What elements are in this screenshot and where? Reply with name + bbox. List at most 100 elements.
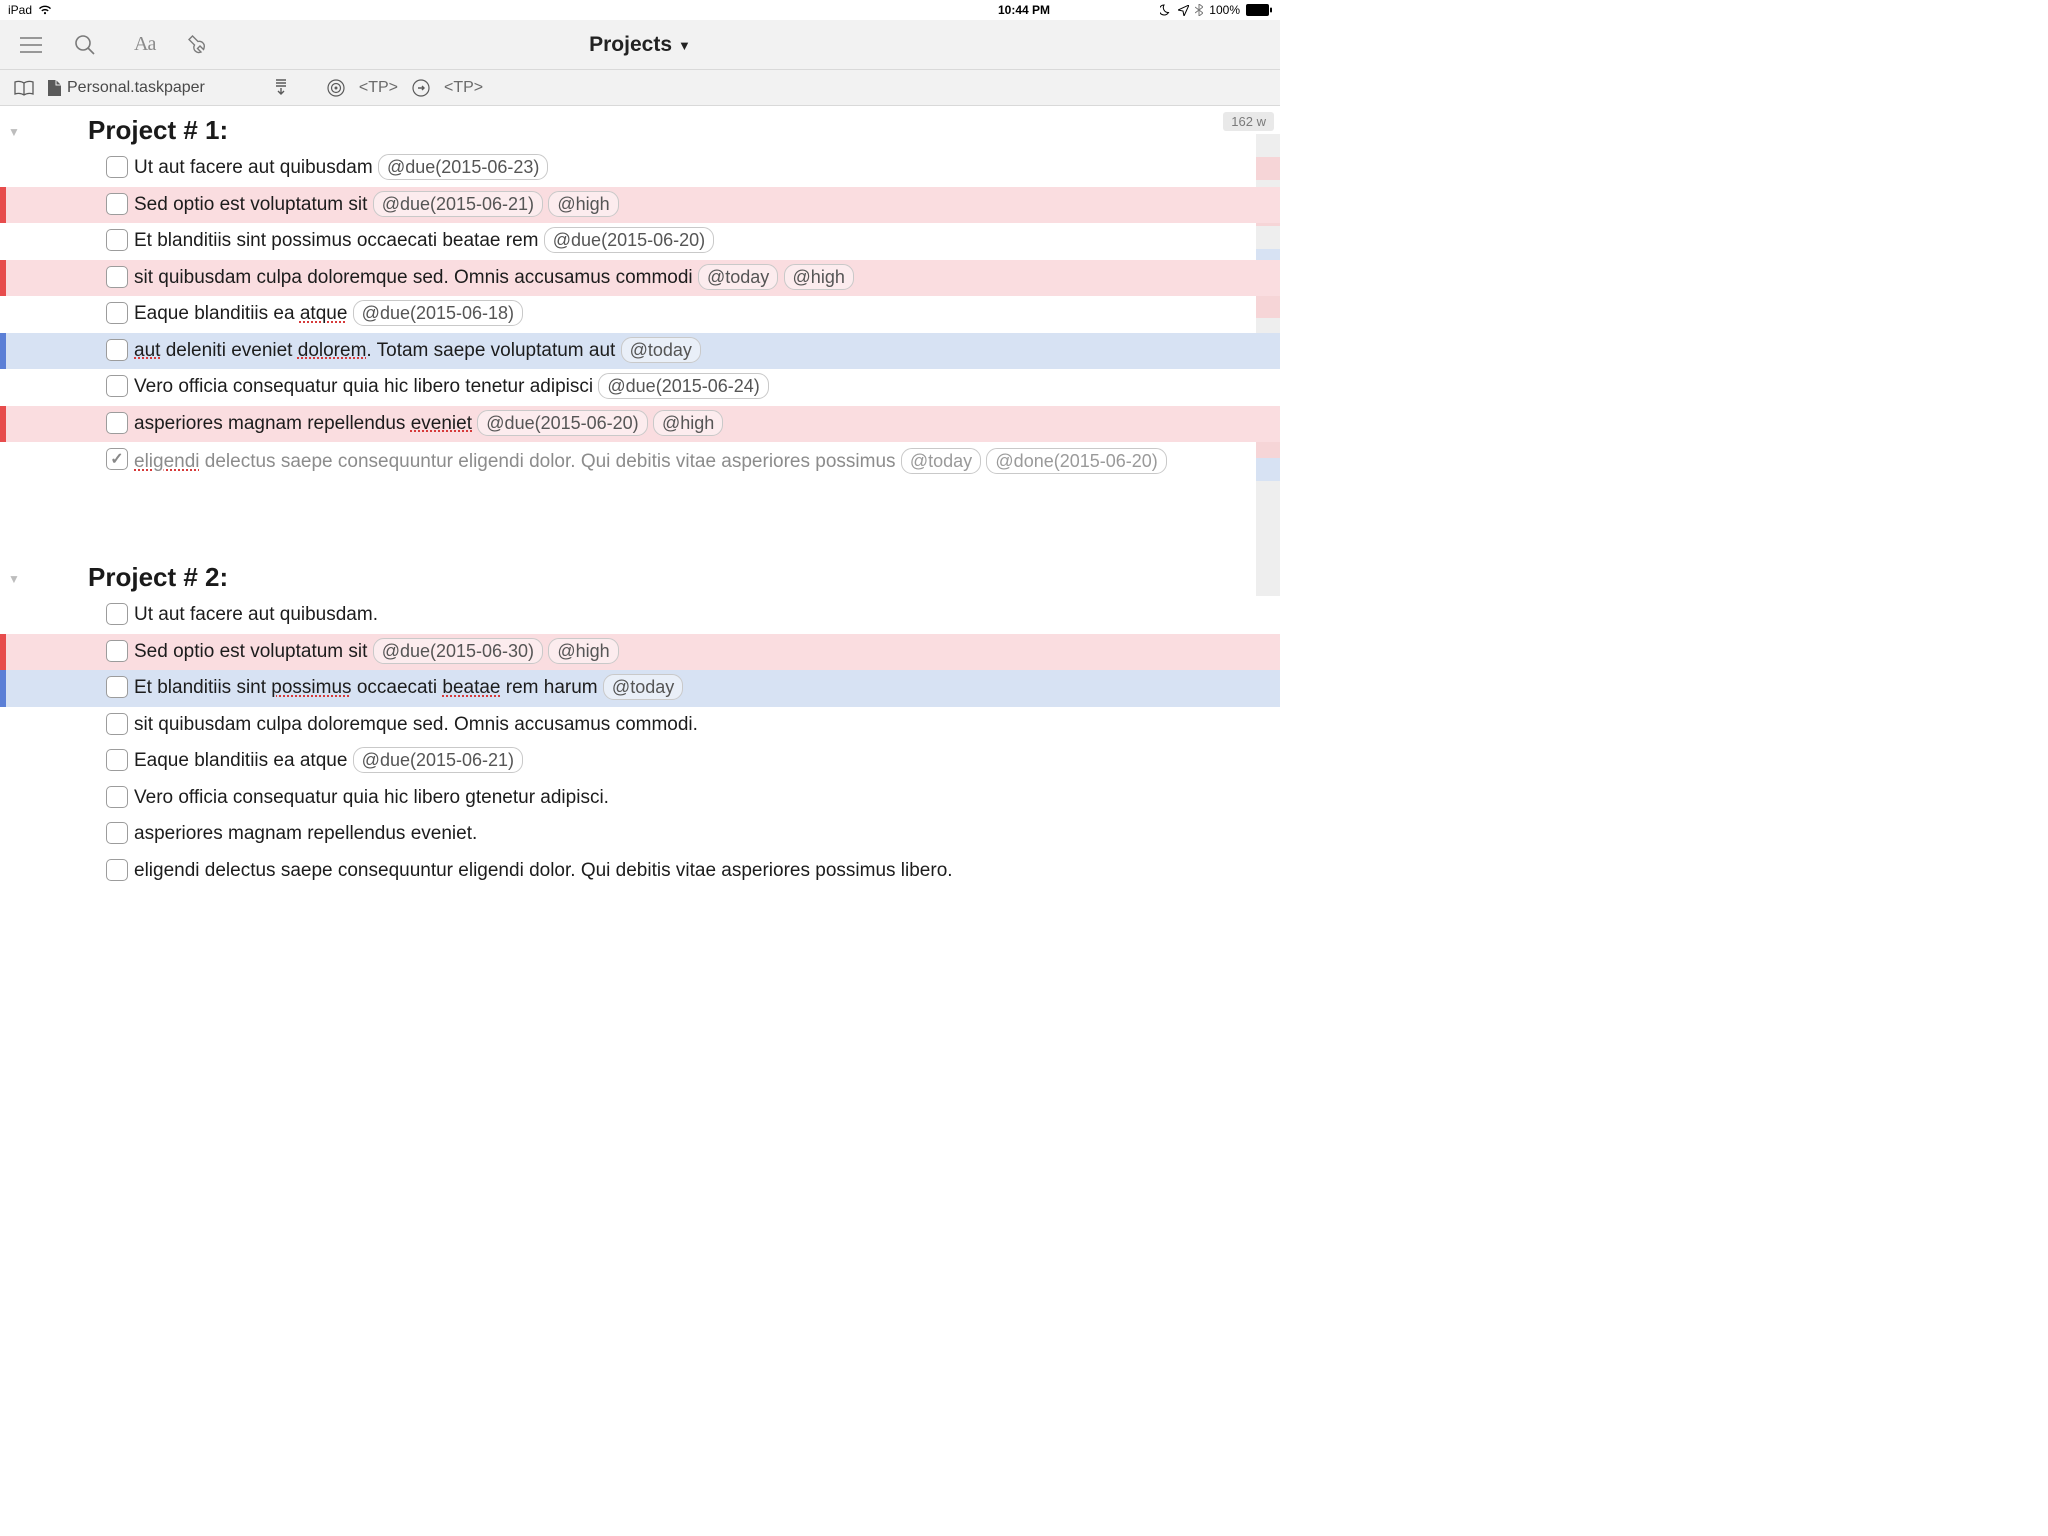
fold-toggle[interactable]: ▼ — [0, 121, 28, 139]
download-stack-icon[interactable] — [273, 75, 289, 101]
tag-chip[interactable]: @due(2015-06-21) — [373, 191, 543, 217]
tag-chip[interactable]: @due(2015-06-23) — [378, 154, 548, 180]
tag-chip[interactable]: @today — [603, 674, 683, 700]
priority-flag — [0, 260, 6, 297]
task-checkbox[interactable] — [106, 859, 128, 881]
target-icon[interactable] — [327, 75, 345, 101]
task-row[interactable]: Ut aut facere aut quibusdam. — [0, 597, 1280, 634]
tag-chip[interactable]: @due(2015-06-30) — [373, 638, 543, 664]
task-row[interactable]: asperiores magnam repellendus eveniet @d… — [0, 406, 1280, 443]
task-row[interactable]: Ut aut facere aut quibusdam @due(2015-06… — [0, 150, 1280, 187]
file-icon — [48, 80, 61, 96]
fold-toggle[interactable]: ▼ — [0, 568, 28, 586]
minimap-row[interactable] — [1256, 550, 1280, 573]
tag-chip[interactable]: @done(2015-06-20) — [986, 448, 1166, 474]
tag-chip[interactable]: @today — [698, 264, 778, 290]
task-row[interactable]: Eaque blanditiis ea atque @due(2015-06-2… — [0, 743, 1280, 780]
task-row[interactable]: Et blanditiis sint possimus occaecati be… — [0, 670, 1280, 707]
document-area[interactable]: 162 w ▼ Project # 1: Ut aut facere aut qui… — [0, 106, 1280, 960]
task-text[interactable]: asperiores magnam repellendus eveniet. — [134, 819, 477, 849]
priority-flag — [0, 406, 6, 443]
device-label: iPad — [8, 3, 32, 17]
task-checkbox[interactable] — [106, 193, 128, 215]
project-title[interactable]: Project # 1: — [88, 115, 228, 146]
task-text[interactable]: eligendi delectus saepe consequuntur eli… — [134, 447, 1167, 477]
task-checkbox[interactable] — [106, 713, 128, 735]
minimap-row[interactable] — [1256, 527, 1280, 550]
task-text[interactable]: sit quibusdam culpa doloremque sed. Omni… — [134, 263, 854, 293]
page-title-dropdown[interactable]: Projects ▼ — [589, 33, 691, 57]
task-row[interactable]: Et blanditiis sint possimus occaecati be… — [0, 223, 1280, 260]
task-row[interactable]: sit quibusdam culpa doloremque sed. Omni… — [0, 260, 1280, 297]
task-text[interactable]: sit quibusdam culpa doloremque sed. Omni… — [134, 710, 698, 740]
task-checkbox[interactable] — [106, 603, 128, 625]
task-text[interactable]: aut deleniti eveniet dolorem. Totam saep… — [134, 336, 701, 366]
menu-icon[interactable] — [18, 32, 44, 58]
tag-chip[interactable]: @due(2015-06-20) — [544, 227, 714, 253]
task-row[interactable]: Sed optio est voluptatum sit @due(2015-0… — [0, 187, 1280, 224]
task-row[interactable]: asperiores magnam repellendus eveniet. — [0, 816, 1280, 853]
tp-chip-1[interactable]: <TP> — [359, 79, 398, 97]
task-checkbox[interactable] — [106, 749, 128, 771]
minimap-row[interactable] — [1256, 573, 1280, 596]
tag-chip[interactable]: @high — [548, 638, 618, 664]
task-checkbox[interactable] — [106, 822, 128, 844]
task-text[interactable]: Ut aut facere aut quibusdam @due(2015-06… — [134, 153, 548, 183]
tag-chip[interactable]: @high — [548, 191, 618, 217]
task-checkbox[interactable] — [106, 156, 128, 178]
tag-chip[interactable]: @due(2015-06-18) — [353, 300, 523, 326]
tag-chip[interactable]: @due(2015-06-20) — [477, 410, 647, 436]
task-row[interactable]: Eaque blanditiis ea atque @due(2015-06-1… — [0, 296, 1280, 333]
task-checkbox[interactable] — [106, 412, 128, 434]
task-text[interactable]: eligendi delectus saepe consequuntur eli… — [134, 856, 953, 886]
file-breadcrumb[interactable]: Personal.taskpaper — [48, 79, 205, 97]
task-row[interactable]: Vero officia consequatur quia hic libero… — [0, 369, 1280, 406]
task-checkbox[interactable] — [106, 339, 128, 361]
filename: Personal.taskpaper — [67, 79, 205, 97]
task-checkbox[interactable] — [106, 640, 128, 662]
task-checkbox[interactable] — [106, 266, 128, 288]
task-row[interactable]: Sed optio est voluptatum sit @due(2015-0… — [0, 634, 1280, 671]
task-text[interactable]: Vero officia consequatur quia hic libero… — [134, 372, 769, 402]
task-text[interactable]: Eaque blanditiis ea atque @due(2015-06-1… — [134, 299, 523, 329]
task-text[interactable]: Et blanditiis sint possimus occaecati be… — [134, 673, 683, 703]
tag-chip[interactable]: @today — [621, 337, 701, 363]
location-icon — [1178, 5, 1189, 16]
task-text[interactable]: Vero officia consequatur quia hic libero… — [134, 783, 609, 813]
word-count-badge: 162 w — [1223, 112, 1274, 131]
task-row[interactable]: eligendi delectus saepe consequuntur eli… — [0, 442, 1280, 515]
tag-chip[interactable]: @today — [901, 448, 981, 474]
tp-chip-2[interactable]: <TP> — [444, 79, 483, 97]
task-checkbox[interactable] — [106, 786, 128, 808]
task-text[interactable]: Sed optio est voluptatum sit @due(2015-0… — [134, 190, 619, 220]
battery-percent: 100% — [1209, 3, 1240, 17]
search-icon[interactable] — [72, 32, 98, 58]
task-checkbox[interactable] — [106, 375, 128, 397]
task-row[interactable]: Vero officia consequatur quia hic libero… — [0, 780, 1280, 817]
task-row[interactable]: sit quibusdam culpa doloremque sed. Omni… — [0, 707, 1280, 744]
task-checkbox[interactable] — [106, 676, 128, 698]
task-text[interactable]: Et blanditiis sint possimus occaecati be… — [134, 226, 714, 256]
project-title[interactable]: Project # 2: — [88, 562, 228, 593]
task-row[interactable]: aut deleniti eveniet dolorem. Totam saep… — [0, 333, 1280, 370]
priority-flag — [0, 333, 6, 370]
task-checkbox[interactable] — [106, 229, 128, 251]
task-text[interactable]: asperiores magnam repellendus eveniet @d… — [134, 409, 723, 439]
tag-chip[interactable]: @high — [653, 410, 723, 436]
priority-flag — [0, 634, 6, 671]
tag-chip[interactable]: @due(2015-06-21) — [353, 747, 523, 773]
status-bar: iPad 10:44 PM 100% — [0, 0, 1280, 20]
task-checkbox[interactable] — [106, 302, 128, 324]
sub-toolbar: Personal.taskpaper <TP> <TP> — [0, 70, 1280, 106]
tag-chip[interactable]: @due(2015-06-24) — [598, 373, 768, 399]
book-icon[interactable] — [14, 75, 34, 101]
tag-chip[interactable]: @high — [784, 264, 854, 290]
task-checkbox[interactable] — [106, 448, 128, 470]
wrench-icon[interactable] — [183, 32, 209, 58]
font-settings-button[interactable]: Aa — [134, 33, 155, 56]
task-row[interactable]: eligendi delectus saepe consequuntur eli… — [0, 853, 1280, 890]
task-text[interactable]: Ut aut facere aut quibusdam. — [134, 600, 378, 630]
task-text[interactable]: Eaque blanditiis ea atque @due(2015-06-2… — [134, 746, 523, 776]
task-text[interactable]: Sed optio est voluptatum sit @due(2015-0… — [134, 637, 619, 667]
arrow-circle-icon[interactable] — [412, 75, 430, 101]
